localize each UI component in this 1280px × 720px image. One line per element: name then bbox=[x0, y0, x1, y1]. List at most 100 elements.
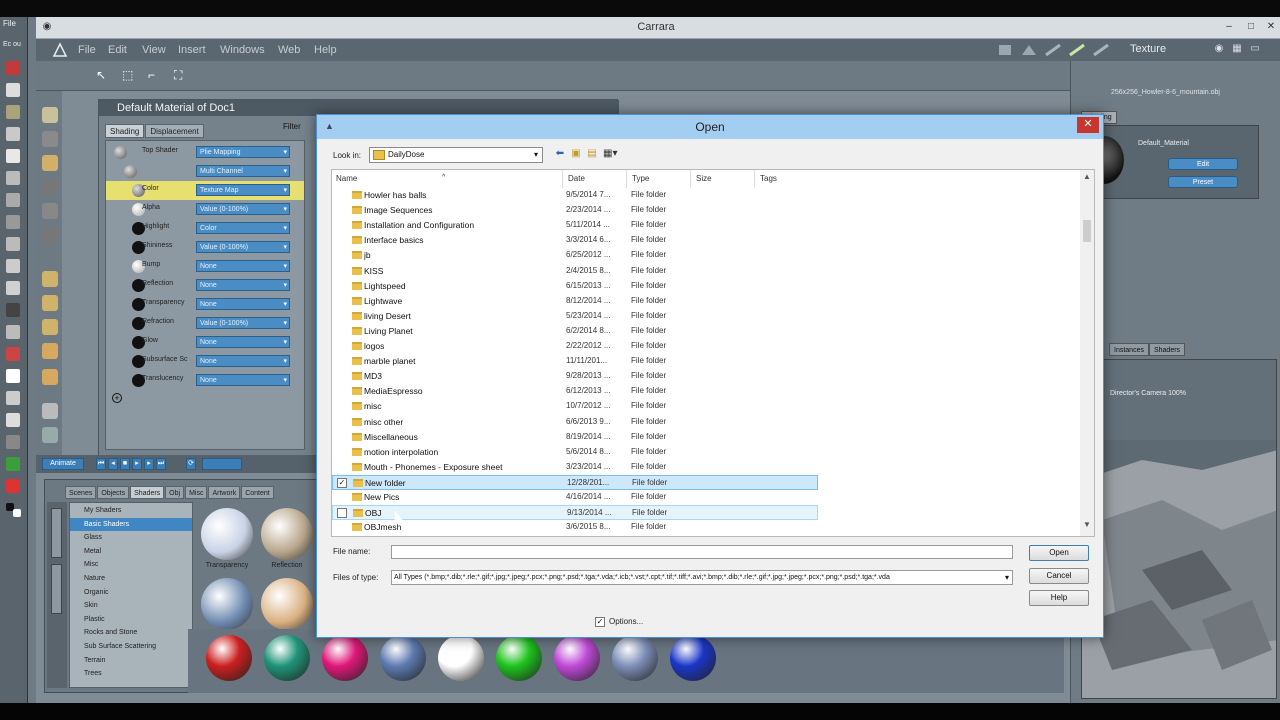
col-name[interactable]: Name bbox=[336, 174, 357, 183]
shader-row[interactable]: Highlight Color bbox=[106, 219, 304, 238]
file-row[interactable]: living Desert 5/23/2014 ... File folder bbox=[332, 309, 818, 324]
files-of-type-select[interactable]: All Types (*.bmp;*.dib;*.rle;*.gif;*.jpg… bbox=[391, 570, 1013, 585]
file-row[interactable]: jb 6/25/2012 ... File folder bbox=[332, 248, 818, 263]
help-button[interactable]: Help bbox=[1029, 590, 1089, 606]
3d-viewport[interactable]: Director's Camera 100% bbox=[1081, 359, 1277, 699]
shader-category-item[interactable]: My Shaders bbox=[70, 504, 192, 517]
browser-tab-shaders[interactable]: Shaders bbox=[130, 486, 165, 499]
browser-tab-objects[interactable]: Objects bbox=[97, 486, 130, 499]
fill-tool-icon[interactable] bbox=[6, 347, 20, 361]
marquee-tool-icon[interactable] bbox=[6, 325, 20, 339]
dolly-tool-icon[interactable] bbox=[42, 227, 58, 243]
shader-row-select[interactable]: None bbox=[196, 355, 290, 367]
file-row[interactable]: Lightwave 8/12/2014 ... File folder bbox=[332, 294, 818, 309]
hand-tool-icon[interactable] bbox=[6, 369, 20, 383]
next-frame-button[interactable]: ▸ bbox=[144, 458, 154, 470]
chevron-down-icon[interactable]: ▾ bbox=[530, 148, 542, 162]
strip-menu-file[interactable]: File bbox=[3, 19, 23, 33]
browser-tab-artwork[interactable]: Artwork bbox=[208, 486, 241, 499]
joint-tool-icon[interactable] bbox=[42, 295, 58, 311]
filter-label[interactable]: Filter bbox=[283, 122, 301, 131]
sphere-tool-icon[interactable] bbox=[42, 343, 58, 359]
file-row[interactable]: Interface basics 3/3/2014 6... File folder bbox=[332, 233, 818, 248]
shader-row-select[interactable]: None bbox=[196, 260, 290, 272]
tab-instances[interactable]: Instances bbox=[1109, 343, 1149, 356]
preset-shader-sphere[interactable] bbox=[380, 635, 426, 681]
file-row[interactable]: MediaEspresso 6/12/2013 ... File folder bbox=[332, 384, 818, 399]
frame-icon[interactable]: ⛶ bbox=[174, 68, 188, 82]
arrow-tool-icon[interactable]: ↖ bbox=[96, 68, 110, 82]
options-checkbox[interactable]: ✓ bbox=[595, 617, 605, 627]
grid-tool-icon[interactable] bbox=[6, 237, 20, 251]
shader-row[interactable]: Reflection None bbox=[106, 276, 304, 295]
shader-row[interactable]: Refraction Value (0-100%) bbox=[106, 314, 304, 333]
file-row[interactable]: Howler has balls 9/5/2014 7... File folder bbox=[332, 188, 818, 203]
preset-shader-sphere[interactable] bbox=[322, 635, 368, 681]
shader-row[interactable]: Subsurface Sc None bbox=[106, 352, 304, 371]
light-icon[interactable] bbox=[42, 427, 58, 443]
rewind-button[interactable]: ⏮ bbox=[96, 458, 106, 470]
pen-tool-icon[interactable] bbox=[6, 105, 20, 119]
browser-tab-content[interactable]: Content bbox=[241, 486, 274, 499]
file-row[interactable]: motion interpolation 5/6/2014 8... File fo… bbox=[332, 445, 818, 460]
shader-category-item[interactable]: Plastic bbox=[70, 613, 192, 626]
magnify-tool-icon[interactable] bbox=[6, 391, 20, 405]
brush-tool-icon[interactable] bbox=[6, 127, 20, 141]
ik-tool-icon[interactable] bbox=[42, 319, 58, 335]
shader-category-item[interactable]: Metal bbox=[70, 545, 192, 558]
grid-icon[interactable]: ▦ bbox=[1230, 43, 1244, 55]
shader-row-select[interactable]: Plie Mapping bbox=[196, 146, 290, 158]
preset-shader-sphere[interactable] bbox=[612, 635, 658, 681]
open-button[interactable]: Open bbox=[1029, 545, 1089, 561]
browser-tab-misc[interactable]: Misc bbox=[185, 486, 208, 499]
panel-icon[interactable]: ▭ bbox=[1248, 43, 1262, 55]
file-row[interactable]: Image Sequences 2/23/2014 ... File folder bbox=[332, 203, 818, 218]
menu-help[interactable]: Help bbox=[314, 44, 337, 56]
shader-category-item[interactable]: Rocks and Stone bbox=[70, 626, 192, 639]
view-menu-icon[interactable]: ▦▾ bbox=[603, 148, 617, 162]
tab-shaders[interactable]: Shaders bbox=[1148, 343, 1186, 356]
shader-category-item[interactable]: Organic bbox=[70, 586, 192, 599]
align-icon[interactable]: ⌐ bbox=[148, 68, 162, 82]
file-row[interactable]: misc other 6/6/2013 9... File folder bbox=[332, 415, 818, 430]
vertical-scrollbar[interactable]: ▲ ▼ bbox=[1080, 170, 1094, 536]
bg-color-swatch[interactable] bbox=[13, 509, 21, 517]
prev-frame-button[interactable]: ◂ bbox=[108, 458, 118, 470]
preset-shader-sphere[interactable] bbox=[264, 635, 310, 681]
menu-windows[interactable]: Windows bbox=[220, 44, 265, 56]
preset-shader-sphere[interactable] bbox=[554, 635, 600, 681]
file-row[interactable]: ✓ New folder 12/28/201... File folder bbox=[332, 474, 818, 490]
menu-insert[interactable]: Insert bbox=[178, 44, 206, 56]
menu-file[interactable]: File bbox=[78, 44, 96, 56]
shader-category-item[interactable]: Terrain bbox=[70, 654, 192, 667]
shader-thumbnail[interactable] bbox=[201, 578, 253, 630]
orbit-tool-icon[interactable] bbox=[42, 179, 58, 195]
scroll-thumb[interactable] bbox=[1083, 220, 1091, 242]
frame-controls[interactable] bbox=[202, 458, 242, 470]
rotate-tool-icon[interactable] bbox=[42, 131, 58, 147]
shape-tool-icon[interactable] bbox=[6, 193, 20, 207]
forward-button[interactable]: ⏭ bbox=[156, 458, 166, 470]
shader-thumbnail[interactable] bbox=[201, 508, 253, 560]
back-icon[interactable]: ⬅ bbox=[553, 148, 567, 162]
shader-row-select[interactable]: Value (0-100%) bbox=[196, 203, 290, 215]
zoom-tool-icon[interactable] bbox=[6, 281, 20, 295]
texture-room-icon[interactable] bbox=[1068, 42, 1086, 58]
shader-row[interactable]: Translucency None bbox=[106, 371, 304, 390]
file-row[interactable]: MD3 9/28/2013 ... File folder bbox=[332, 369, 818, 384]
new-folder-icon[interactable]: ▤ bbox=[585, 148, 599, 162]
row-checkbox[interactable] bbox=[337, 508, 347, 519]
shader-row-select[interactable]: Value (0-100%) bbox=[196, 241, 290, 253]
col-size[interactable]: Size bbox=[696, 174, 712, 183]
pick-tool-icon[interactable] bbox=[42, 107, 58, 123]
line-tool-icon[interactable] bbox=[6, 303, 20, 317]
shader-category-item[interactable]: Sub Surface Scattering bbox=[70, 640, 192, 653]
options-label[interactable]: Options... bbox=[609, 617, 643, 626]
preset-shader-sphere[interactable] bbox=[496, 635, 542, 681]
file-row[interactable]: KISS 2/4/2015 8... File folder bbox=[332, 264, 818, 279]
scroll-up-icon[interactable]: ▲ bbox=[1080, 172, 1094, 186]
col-separator[interactable] bbox=[562, 170, 563, 188]
shader-row-select[interactable]: Texture Map bbox=[196, 184, 290, 196]
text-tool-icon[interactable] bbox=[6, 171, 20, 185]
preset-shader-sphere[interactable] bbox=[670, 635, 716, 681]
